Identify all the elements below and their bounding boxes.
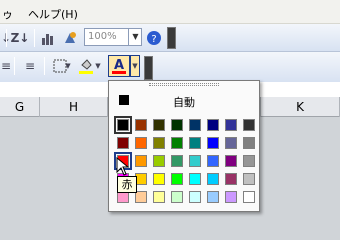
toolbar-separator <box>34 29 35 47</box>
automatic-color-swatch <box>119 95 129 105</box>
sort-descending-icon[interactable]: Z↓ <box>10 28 30 48</box>
automatic-color-label: 自動 <box>173 96 195 109</box>
toolbar-options-grip[interactable] <box>144 56 153 80</box>
color-swatch[interactable] <box>207 191 219 203</box>
font-color-icon[interactable]: A <box>108 55 130 77</box>
mouse-cursor-icon <box>116 156 130 180</box>
zoom-value: 100% <box>88 31 117 42</box>
color-swatch[interactable] <box>243 137 255 149</box>
color-swatch[interactable] <box>207 137 219 149</box>
color-swatch[interactable] <box>225 155 237 167</box>
chart-wizard-icon[interactable] <box>38 28 58 48</box>
fill-color-icon[interactable] <box>76 56 96 76</box>
color-swatch[interactable] <box>243 173 255 185</box>
color-swatch[interactable] <box>225 191 237 203</box>
toolbar-separator <box>6 29 7 47</box>
zoom-dropdown-arrow-icon[interactable]: ▼ <box>128 28 142 46</box>
color-swatch[interactable] <box>171 155 183 167</box>
color-swatch[interactable] <box>225 137 237 149</box>
color-swatch[interactable] <box>153 173 165 185</box>
font-color-dropdown-icon[interactable]: ▼ <box>130 55 140 77</box>
menu-item-help[interactable]: ヘルプ(H) <box>28 6 78 22</box>
borders-dropdown-icon[interactable]: ▼ <box>64 56 72 76</box>
drawing-icon[interactable] <box>60 28 80 48</box>
color-swatch[interactable] <box>114 116 132 134</box>
color-swatch[interactable] <box>189 173 201 185</box>
automatic-color-option[interactable]: 自動 <box>113 91 255 111</box>
svg-text:A: A <box>114 58 124 73</box>
color-swatch[interactable] <box>153 191 165 203</box>
color-swatch[interactable] <box>207 173 219 185</box>
menu-bar: ゥ ヘルプ(H) <box>0 0 340 24</box>
formatting-toolbar: ≡ ≡ ▼ ▼ A ▼ <box>0 52 340 82</box>
color-swatch[interactable] <box>207 155 219 167</box>
color-swatch[interactable] <box>225 119 237 131</box>
grid-line <box>40 117 41 240</box>
toolbar-separator <box>14 57 15 75</box>
palette-drag-handle[interactable] <box>149 83 219 86</box>
svg-text:?: ? <box>151 34 156 45</box>
column-header-g[interactable]: G <box>0 97 40 117</box>
toolbar-separator <box>44 57 45 75</box>
grid-line <box>260 117 261 240</box>
color-swatch[interactable] <box>153 155 165 167</box>
color-swatch[interactable] <box>225 173 237 185</box>
menu-item-partial[interactable]: ゥ <box>2 6 13 22</box>
color-swatch[interactable] <box>189 119 201 131</box>
increase-indent-icon[interactable]: ≡ <box>20 56 40 76</box>
color-swatch[interactable] <box>171 137 183 149</box>
color-swatch[interactable] <box>189 155 201 167</box>
color-swatch[interactable] <box>243 191 255 203</box>
color-swatch[interactable] <box>171 119 183 131</box>
color-swatch[interactable] <box>207 119 219 131</box>
color-swatch[interactable] <box>189 137 201 149</box>
color-swatch[interactable] <box>135 137 147 149</box>
color-swatch[interactable] <box>189 191 201 203</box>
color-swatch[interactable] <box>243 155 255 167</box>
color-swatch[interactable] <box>171 173 183 185</box>
color-swatch[interactable] <box>135 155 147 167</box>
fill-color-dropdown-icon[interactable]: ▼ <box>94 56 102 76</box>
column-header-k[interactable]: K <box>260 97 340 117</box>
color-swatch[interactable] <box>171 191 183 203</box>
color-swatch[interactable] <box>243 119 255 131</box>
standard-toolbar: ↓ Z↓ 100% ▼ ? <box>0 24 340 52</box>
color-swatch[interactable] <box>153 119 165 131</box>
color-swatch[interactable] <box>135 119 147 131</box>
toolbar-options-grip[interactable] <box>167 27 176 49</box>
help-icon[interactable]: ? <box>144 28 164 48</box>
color-swatch[interactable] <box>117 137 129 149</box>
column-header-h[interactable]: H <box>40 97 108 117</box>
color-swatch[interactable] <box>153 137 165 149</box>
